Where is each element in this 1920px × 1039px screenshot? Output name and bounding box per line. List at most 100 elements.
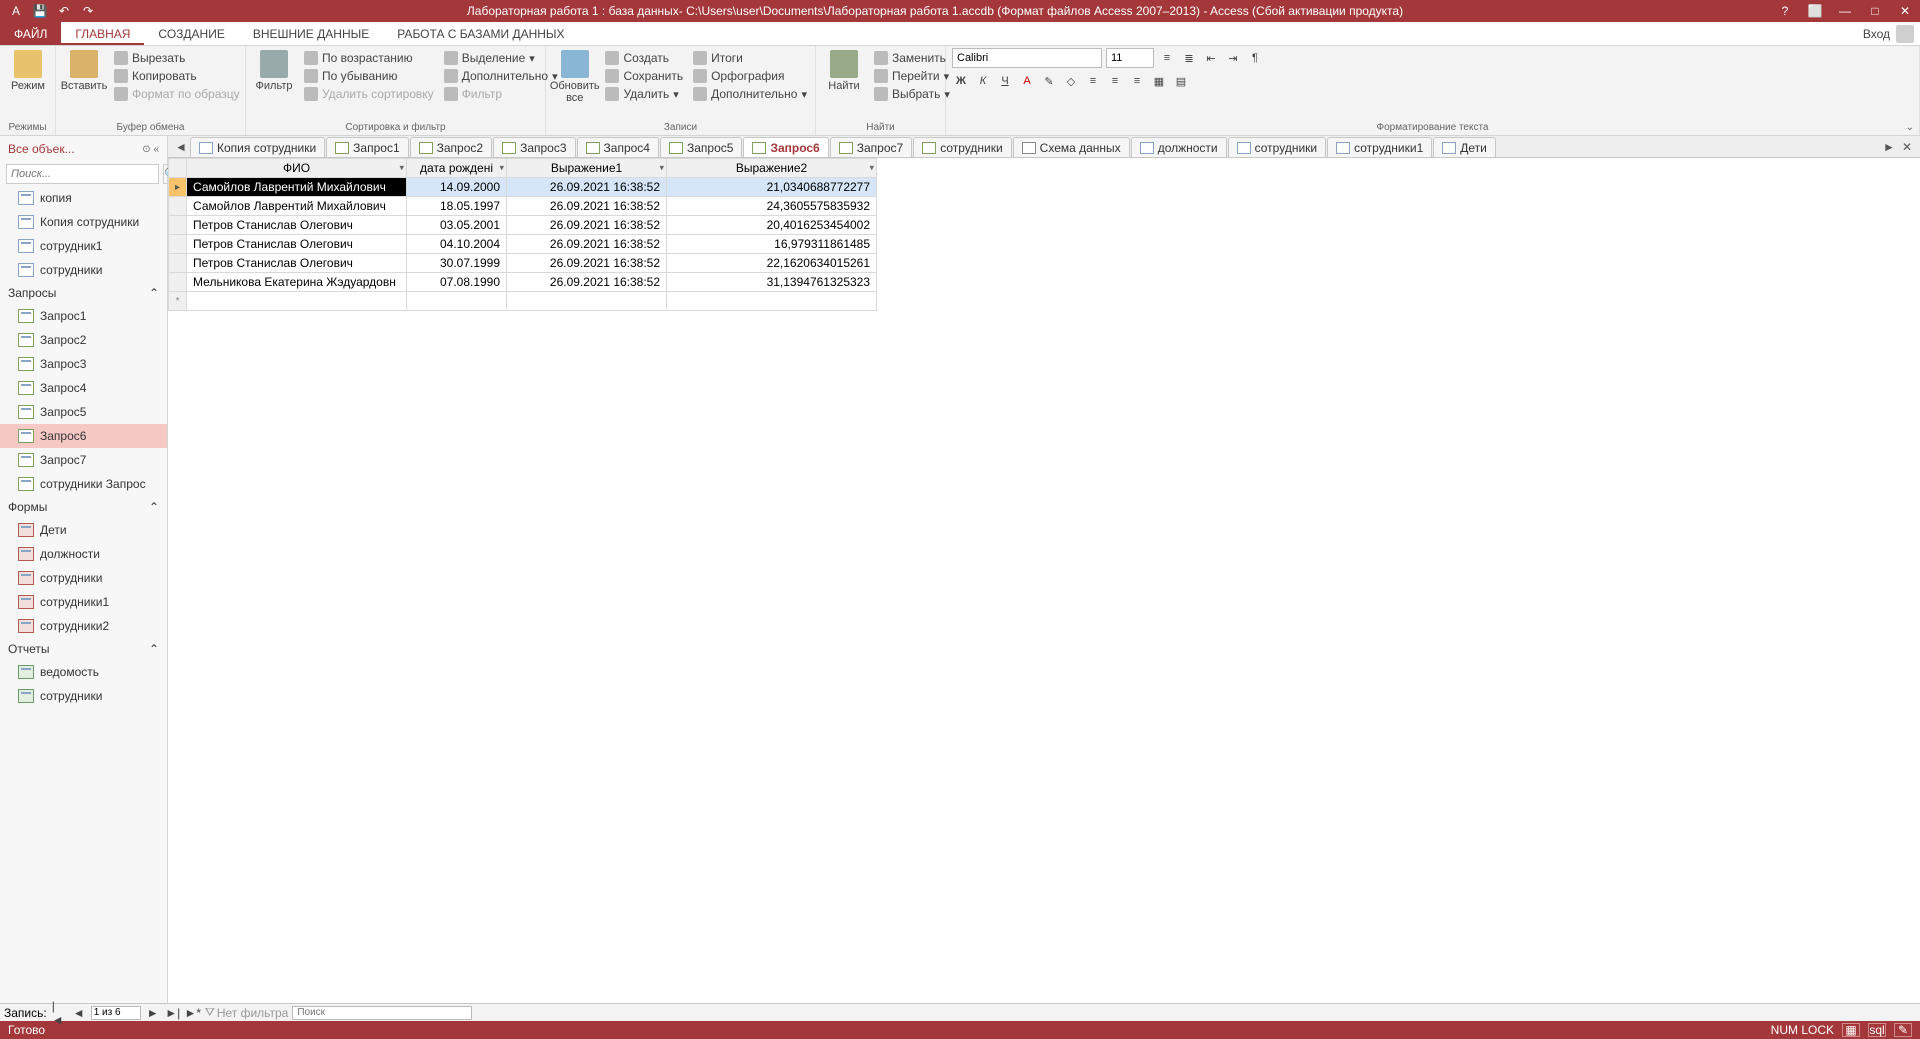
goto-button[interactable]: Перейти ▾ [872,68,952,84]
advanced-filter-button[interactable]: Дополнительно ▾ [442,68,560,84]
cell-fio[interactable]: Петров Станислав Олегович [187,235,407,254]
delete-record-button[interactable]: Удалить ▾ [603,86,685,102]
undo-icon[interactable]: ↶ [52,0,76,22]
doc-tab[interactable]: сотрудники1 [1327,137,1432,157]
ltr-icon[interactable]: ¶ [1246,49,1264,67]
cell-fio[interactable]: Петров Станислав Олегович [187,254,407,273]
align-center-icon[interactable]: ≡ [1106,72,1124,90]
datasheet-view-icon[interactable]: ▦ [1842,1023,1860,1037]
clear-sort-button[interactable]: Удалить сортировку [302,86,436,102]
nav-query-item[interactable]: Запрос7 [0,448,167,472]
nav-group-queries[interactable]: Запросы⌃ [0,282,167,304]
doc-tab[interactable]: должности [1131,137,1227,157]
sort-desc-button[interactable]: По убыванию [302,68,436,84]
sort-asc-button[interactable]: По возрастанию [302,50,436,66]
cell-expr1[interactable]: 26.09.2021 16:38:52 [507,273,667,292]
dec-indent-icon[interactable]: ⇤ [1202,49,1220,67]
doc-tab[interactable]: сотрудники [1228,137,1326,157]
doc-tab[interactable]: Запрос4 [577,137,659,157]
doc-tab[interactable]: Запрос7 [830,137,912,157]
table-row[interactable]: Петров Станислав Олегович 04.10.2004 26.… [169,235,877,254]
nav-form-item[interactable]: Дети [0,518,167,542]
select-all-corner[interactable] [169,159,187,178]
numbering-icon[interactable]: ≣ [1180,49,1198,67]
align-left-icon[interactable]: ≡ [1084,72,1102,90]
redo-icon[interactable]: ↷ [76,0,100,22]
cut-button[interactable]: Вырезать [112,50,242,66]
copy-button[interactable]: Копировать [112,68,242,84]
nav-query-item[interactable]: Запрос4 [0,376,167,400]
app-icon[interactable]: A [4,0,28,22]
more-records-button[interactable]: Дополнительно ▾ [691,86,809,102]
cell-expr2[interactable]: 16,979311861485 [667,235,877,254]
table-row[interactable]: Петров Станислав Олегович 30.07.1999 26.… [169,254,877,273]
nav-header[interactable]: Все объек... ⊙ « [0,136,167,162]
doc-tab[interactable]: Дети [1433,137,1496,157]
font-color-button[interactable]: A [1018,72,1036,90]
maximize-button[interactable]: □ [1860,0,1890,22]
totals-button[interactable]: Итоги [691,50,809,66]
view-button[interactable]: Режим [6,48,50,94]
cell-expr2[interactable]: 20,4016253454002 [667,216,877,235]
nav-group-forms[interactable]: Формы⌃ [0,496,167,518]
nav-table-item[interactable]: сотрудник1 [0,234,167,258]
new-record-button[interactable]: Создать [603,50,685,66]
table-row[interactable]: Петров Станислав Олегович 03.05.2001 26.… [169,216,877,235]
paste-button[interactable]: Вставить [62,48,106,94]
filter-button[interactable]: Фильтр [252,48,296,94]
cell-expr1[interactable]: 26.09.2021 16:38:52 [507,216,667,235]
cell-date[interactable]: 04.10.2004 [407,235,507,254]
prev-record-button[interactable]: ◄ [71,1006,87,1020]
nav-form-item[interactable]: сотрудники [0,566,167,590]
doc-tab[interactable]: сотрудники [913,137,1011,157]
column-header[interactable]: Выражение1▾ [507,159,667,178]
record-pos-input[interactable] [91,1006,141,1020]
row-selector[interactable]: * [169,292,187,311]
row-selector[interactable]: ▸ [169,178,187,197]
column-header[interactable]: дата рождені▾ [407,159,507,178]
new-row[interactable]: * [169,292,877,311]
align-right-icon[interactable]: ≡ [1128,72,1146,90]
save-icon[interactable]: 💾 [28,0,52,22]
cell-expr1[interactable]: 26.09.2021 16:38:52 [507,197,667,216]
tab-dbtools[interactable]: РАБОТА С БАЗАМИ ДАННЫХ [383,22,578,45]
chevron-left-icon[interactable]: ⊙ « [142,144,159,155]
nav-form-item[interactable]: должности [0,542,167,566]
cell-date[interactable]: 03.05.2001 [407,216,507,235]
tab-file[interactable]: ФАЙЛ [0,22,61,45]
cell-date[interactable]: 30.07.1999 [407,254,507,273]
datasheet[interactable]: ФИО▾дата рождені▾Выражение1▾Выражение2▾ … [168,158,1920,1003]
new-record-nav-button[interactable]: ►* [185,1006,201,1020]
tab-create[interactable]: СОЗДАНИЕ [144,22,238,45]
underline-button[interactable]: Ч [996,72,1014,90]
spelling-button[interactable]: Орфография [691,68,809,84]
nav-query-item[interactable]: Запрос6 [0,424,167,448]
cell-date[interactable]: 18.05.1997 [407,197,507,216]
nav-query-item[interactable]: Запрос2 [0,328,167,352]
inc-indent-icon[interactable]: ⇥ [1224,49,1242,67]
doc-tab[interactable]: Запрос6 [743,137,828,157]
close-tab-button[interactable]: ✕ [1898,137,1916,157]
close-button[interactable]: ✕ [1890,0,1920,22]
cell-date[interactable]: 07.08.1990 [407,273,507,292]
font-select[interactable] [952,48,1102,68]
fill-color-button[interactable]: ◇ [1062,72,1080,90]
recnav-search-input[interactable] [292,1006,472,1020]
find-button[interactable]: Найти [822,48,866,94]
nav-table-item[interactable]: Копия сотрудники [0,210,167,234]
nav-search-input[interactable] [6,164,159,184]
column-dropdown-icon[interactable]: ▾ [500,163,505,174]
ribbon-collapse-icon[interactable]: ⌄ [1906,122,1914,133]
minimize-button[interactable]: — [1830,0,1860,22]
table-row[interactable]: ▸ Самойлов Лаврентий Михайлович 14.09.20… [169,178,877,197]
column-dropdown-icon[interactable]: ▾ [400,163,405,174]
table-row[interactable]: Самойлов Лаврентий Михайлович 18.05.1997… [169,197,877,216]
last-record-button[interactable]: ►| [165,1006,181,1020]
nav-query-item[interactable]: Запрос5 [0,400,167,424]
cell-expr2[interactable]: 24,3605575835932 [667,197,877,216]
column-dropdown-icon[interactable]: ▾ [660,163,665,174]
bullets-icon[interactable]: ≡ [1158,49,1176,67]
highlight-button[interactable]: ✎ [1040,72,1058,90]
nav-group-reports[interactable]: Отчеты⌃ [0,638,167,660]
nav-report-item[interactable]: ведомость [0,660,167,684]
